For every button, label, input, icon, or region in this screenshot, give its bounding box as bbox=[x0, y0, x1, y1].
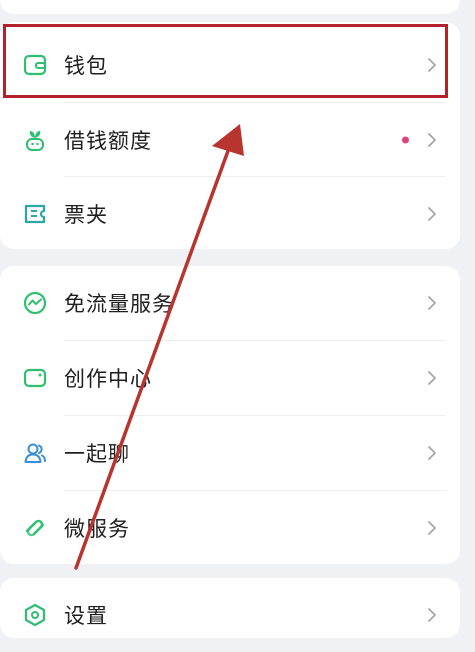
creator-camera-icon bbox=[22, 365, 48, 391]
menu-group-2: 免流量服务 创作中心 一起聊 微服务 bbox=[0, 266, 460, 564]
settings-icon bbox=[22, 602, 48, 628]
menu-item-label: 票夹 bbox=[64, 203, 108, 227]
menu-item-label: 一起聊 bbox=[64, 442, 130, 466]
chat-people-icon bbox=[22, 440, 48, 466]
chevron-right-icon bbox=[428, 608, 436, 622]
menu-item-free-data[interactable]: 免流量服务 bbox=[0, 266, 460, 340]
link-service-icon bbox=[22, 515, 48, 541]
ticket-icon bbox=[22, 201, 48, 227]
highlight-box bbox=[3, 24, 448, 98]
menu-item-label: 创作中心 bbox=[64, 367, 152, 391]
chevron-right-icon bbox=[428, 371, 436, 385]
notification-dot bbox=[402, 136, 409, 144]
chevron-right-icon bbox=[428, 133, 436, 147]
menu-item-ticket-holder[interactable]: 票夹 bbox=[0, 177, 460, 251]
chevron-right-icon bbox=[428, 521, 436, 535]
chevron-right-icon bbox=[428, 296, 436, 310]
menu-item-micro-services[interactable]: 微服务 bbox=[0, 491, 460, 565]
menu-item-creator-center[interactable]: 创作中心 bbox=[0, 341, 460, 415]
menu-item-label: 设置 bbox=[64, 604, 108, 628]
previous-card-bottom bbox=[0, 0, 460, 14]
data-wave-icon bbox=[22, 290, 48, 316]
chevron-right-icon bbox=[428, 207, 436, 221]
chevron-right-icon bbox=[428, 446, 436, 460]
menu-item-chat-together[interactable]: 一起聊 bbox=[0, 416, 460, 490]
menu-item-label: 借钱额度 bbox=[64, 129, 152, 153]
menu-group-3: 设置 bbox=[0, 578, 460, 638]
menu-item-loan-quota[interactable]: 借钱额度 bbox=[0, 103, 460, 177]
menu-item-label: 免流量服务 bbox=[64, 292, 174, 316]
menu-item-settings[interactable]: 设置 bbox=[0, 578, 460, 652]
menu-item-label: 微服务 bbox=[64, 517, 130, 541]
sprout-icon bbox=[22, 127, 48, 153]
